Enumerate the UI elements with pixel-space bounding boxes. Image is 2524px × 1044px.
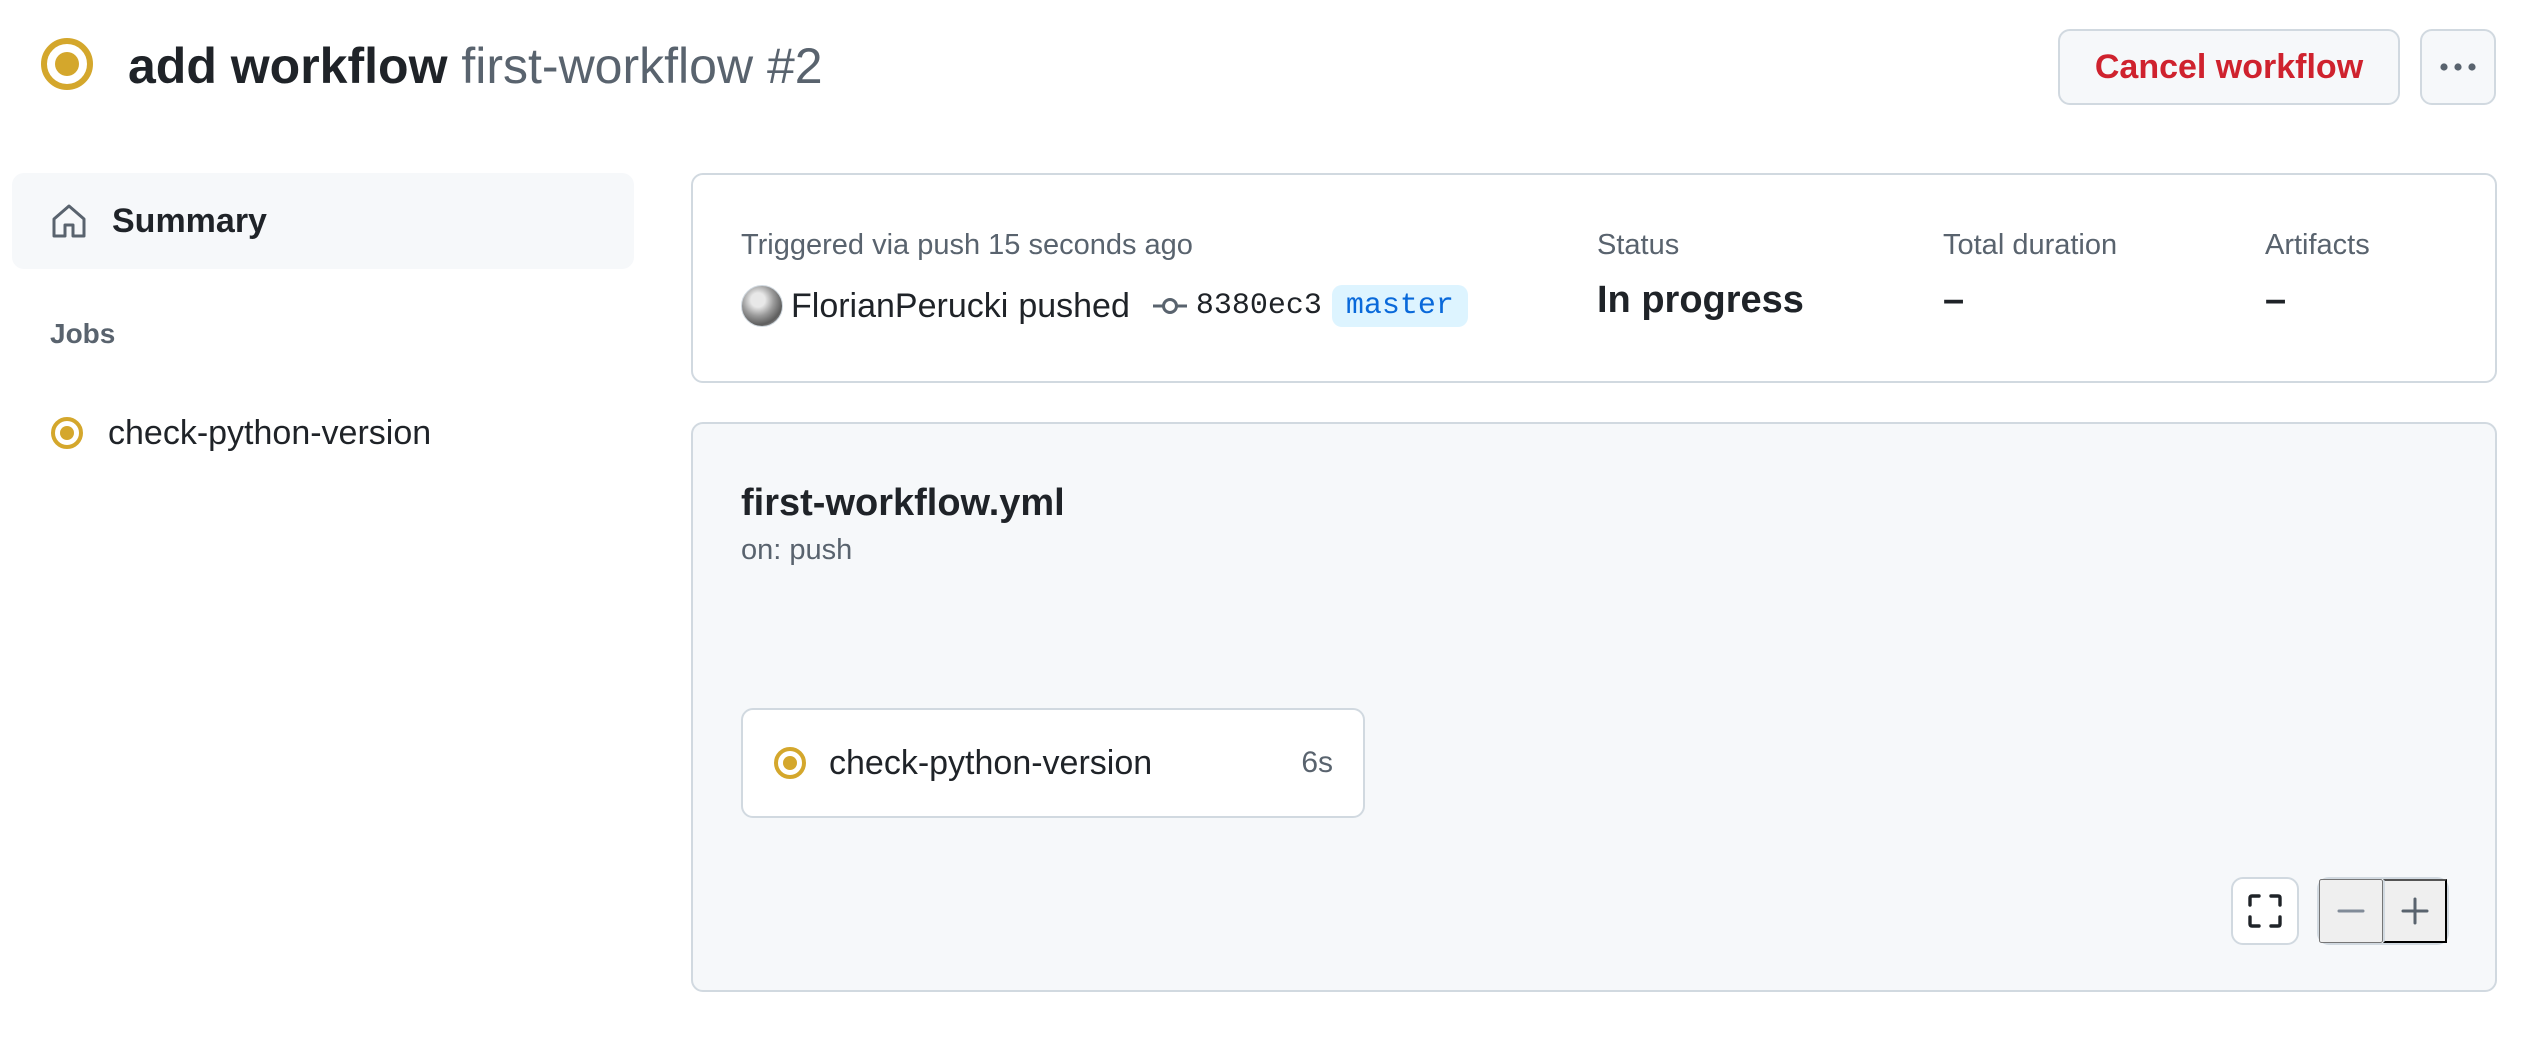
status-label: Status: [1597, 229, 1680, 261]
avatar[interactable]: [741, 285, 783, 327]
branch-badge[interactable]: master: [1331, 285, 1468, 327]
page-title: add workflow first-workflow #2: [128, 34, 823, 98]
sidebar-job-label: check-python-version: [108, 413, 432, 452]
graph-job-node[interactable]: check-python-version 6s: [741, 708, 1365, 818]
screen-full-icon: [2248, 894, 2282, 928]
sidebar-item-label: Summary: [112, 201, 267, 240]
workflow-file-name: first-workflow.yml: [741, 482, 1065, 524]
commit-sha-link[interactable]: 8380ec3: [1196, 289, 1322, 323]
graph-job-duration: 6s: [1301, 746, 1333, 779]
sidebar-item-summary[interactable]: Summary: [12, 173, 634, 269]
workflow-trigger: on: push: [741, 534, 853, 566]
artifacts-label: Artifacts: [2265, 229, 2370, 261]
kebab-horizontal-icon: [2440, 63, 2476, 71]
plus-icon: [2401, 897, 2429, 925]
git-commit-icon: [1152, 298, 1187, 314]
artifacts-value: –: [2265, 279, 2287, 321]
minus-icon: [2337, 909, 2365, 913]
trigger-details: FlorianPerucki pushed 8380ec3 master: [741, 283, 1468, 329]
jobs-heading: Jobs: [50, 318, 116, 349]
zoom-in-button[interactable]: [2383, 879, 2447, 943]
more-options-button[interactable]: [2420, 29, 2496, 105]
home-icon: [52, 204, 86, 238]
graph-job-label: check-python-version: [829, 743, 1153, 782]
zoom-controls: [2317, 877, 2449, 945]
zoom-out-button[interactable]: [2319, 879, 2383, 943]
actor-link[interactable]: FlorianPerucki: [791, 287, 1008, 326]
duration-value: –: [1943, 279, 1965, 321]
cancel-workflow-button[interactable]: Cancel workflow: [2058, 29, 2400, 105]
duration-label: Total duration: [1943, 229, 2118, 261]
fit-to-screen-button[interactable]: [2231, 877, 2299, 945]
run-summary-card: Triggered via push 15 seconds ago Floria…: [691, 173, 2497, 383]
trigger-text: Triggered via push 15 seconds ago: [741, 229, 1193, 261]
in-progress-icon: [774, 747, 806, 779]
sidebar-item-job[interactable]: check-python-version: [12, 400, 634, 466]
action-text: pushed: [1018, 286, 1130, 325]
status-value: In progress: [1597, 279, 1804, 321]
in-progress-icon: [51, 417, 83, 449]
workflow-graph: first-workflow.yml on: push check-python…: [691, 422, 2497, 992]
run-title: add workflow: [128, 38, 448, 94]
run-workflow-name: first-workflow #2: [461, 38, 823, 94]
in-progress-icon: [41, 38, 93, 90]
